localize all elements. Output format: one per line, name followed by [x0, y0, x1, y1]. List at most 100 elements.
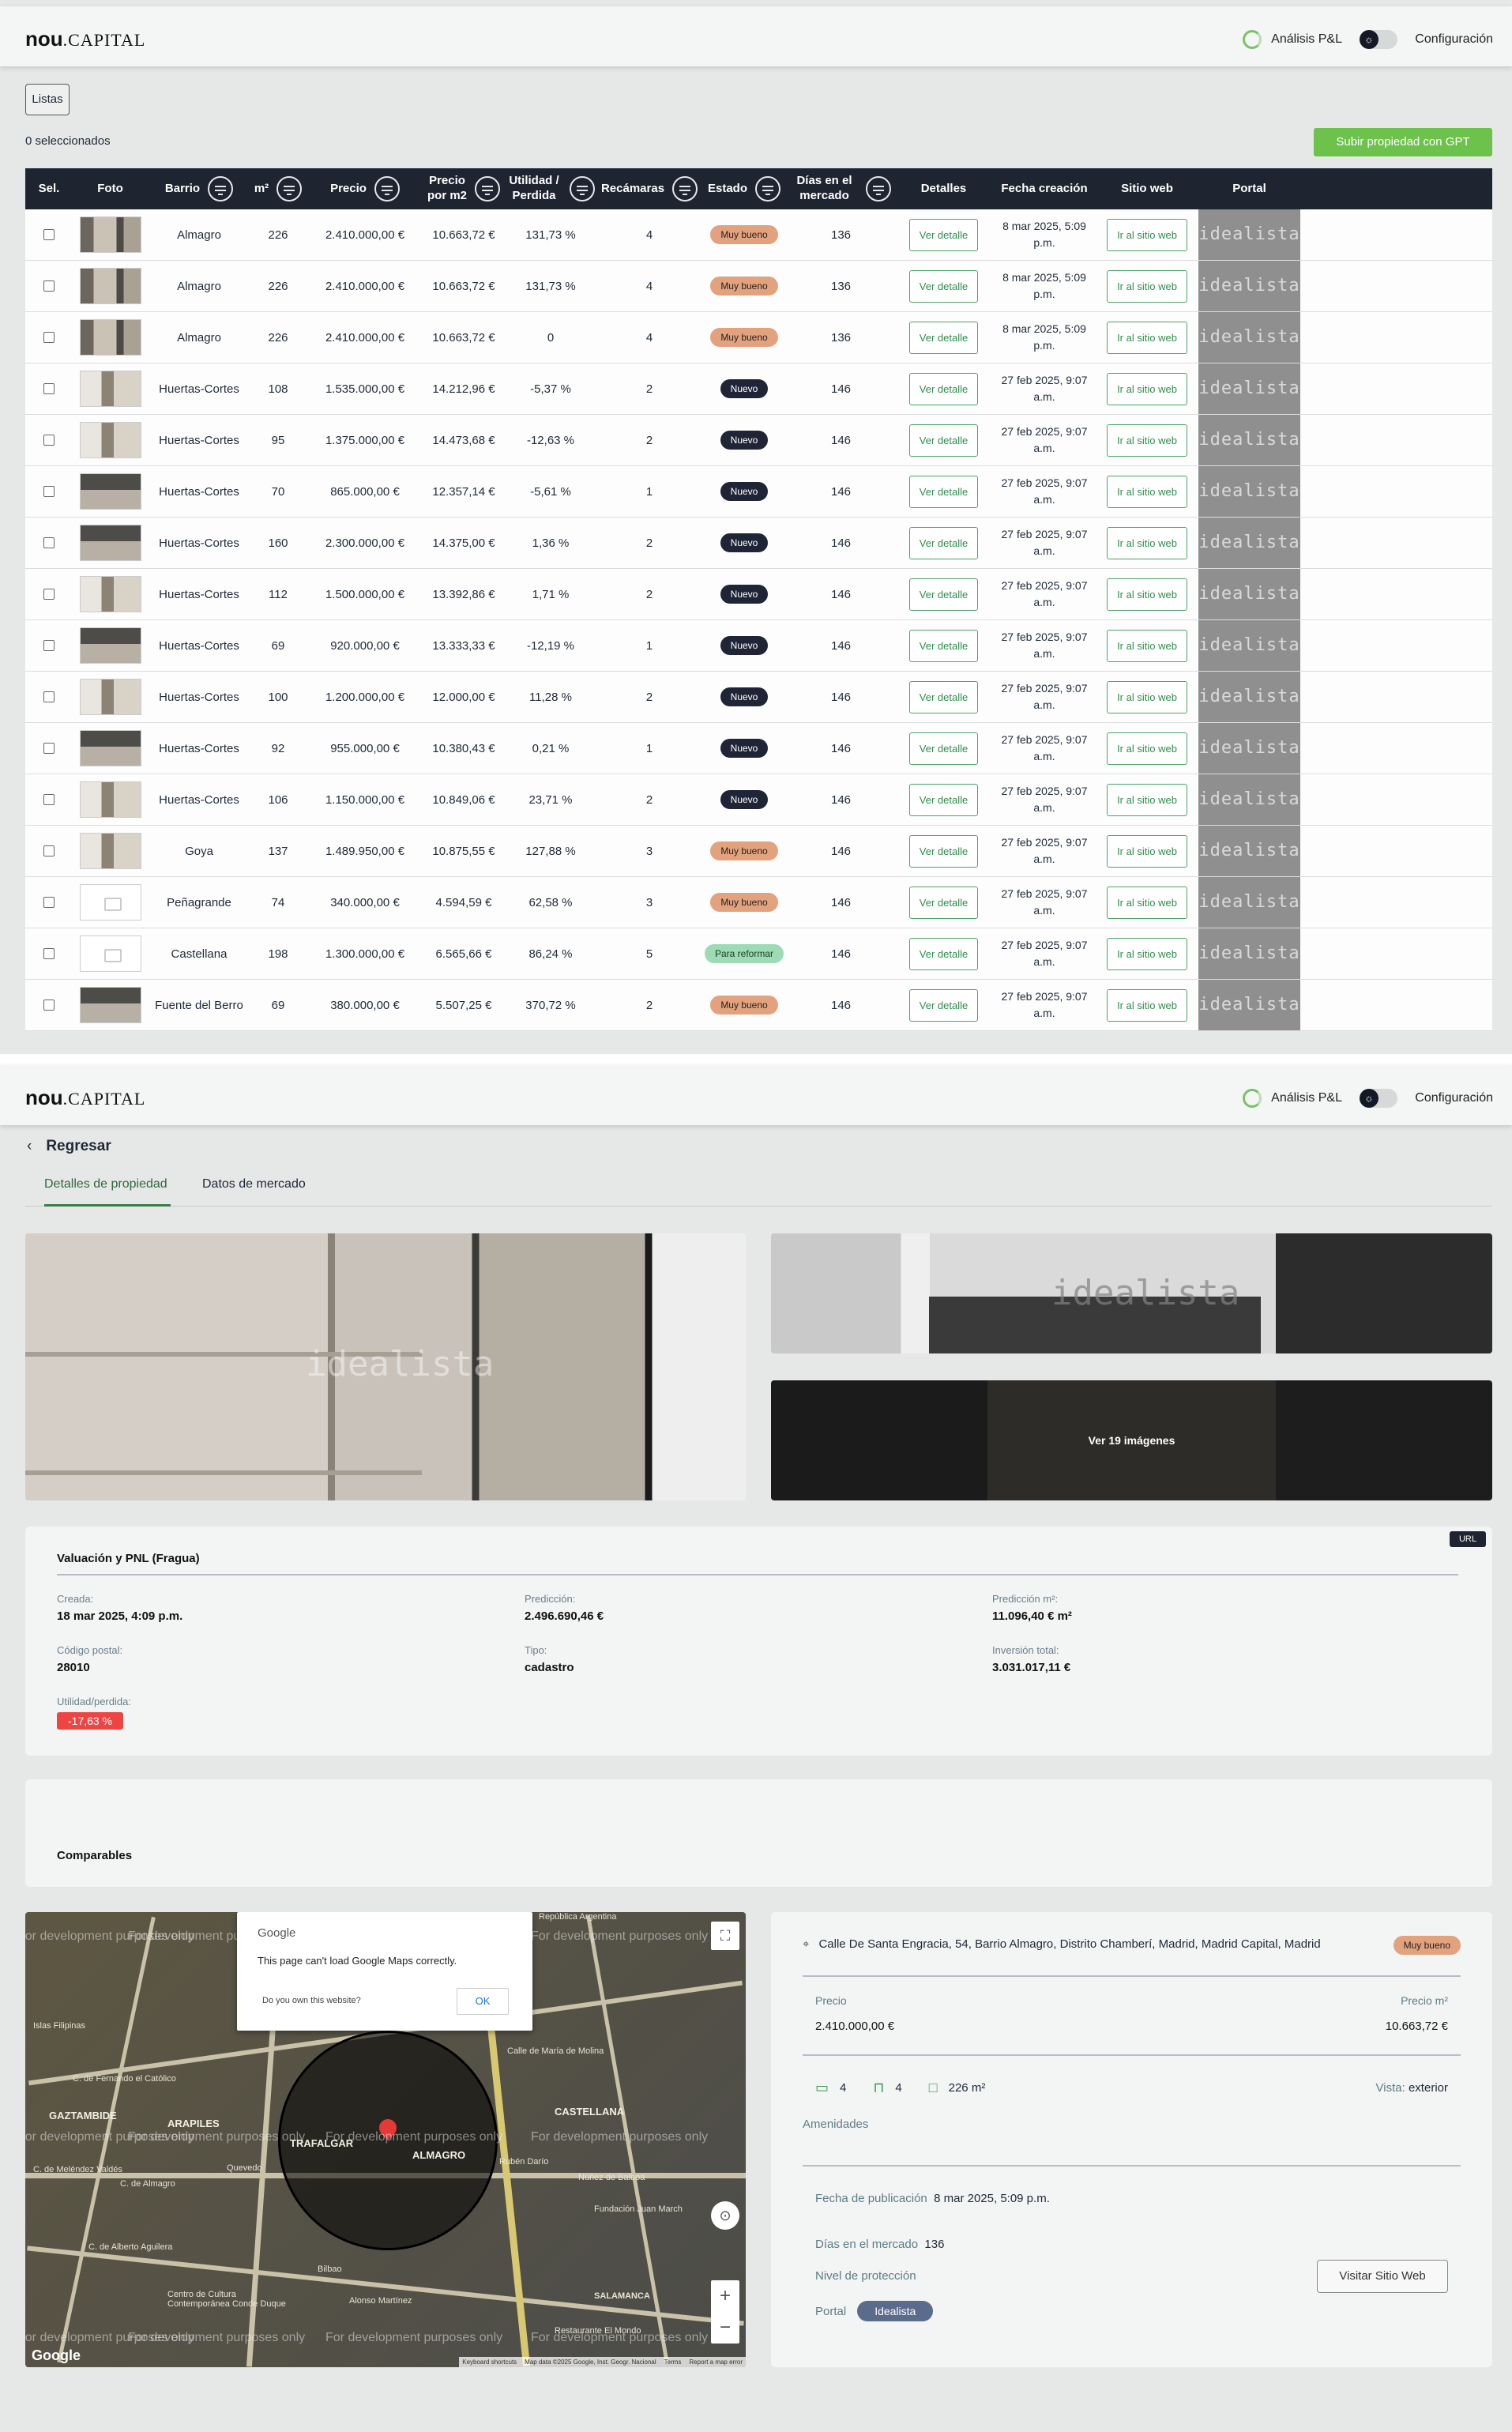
row-checkbox[interactable]: [43, 897, 55, 908]
logo[interactable]: nou.CAPITAL: [25, 27, 145, 51]
view-detail-button[interactable]: Ver detalle: [908, 680, 979, 713]
go-website-button[interactable]: Ir al sitio web: [1107, 886, 1187, 919]
filter-icon[interactable]: [475, 176, 500, 201]
go-website-button[interactable]: Ir al sitio web: [1107, 578, 1187, 611]
go-website-button[interactable]: Ir al sitio web: [1107, 680, 1187, 713]
go-website-button[interactable]: Ir al sitio web: [1107, 372, 1187, 405]
filter-icon[interactable]: [208, 176, 234, 201]
row-checkbox[interactable]: [43, 486, 55, 497]
column-header[interactable]: Sel.: [25, 168, 73, 209]
row-checkbox[interactable]: [43, 1000, 55, 1011]
theme-toggle[interactable]: ☼: [1360, 30, 1397, 49]
map[interactable]: For development purposes only For develo…: [25, 1912, 746, 2367]
table-row[interactable]: Huertas-Cortes 69 920.000,00 € 13.333,33 € -…: [25, 620, 1492, 672]
go-website-button[interactable]: Ir al sitio web: [1107, 424, 1187, 457]
property-thumbnail[interactable]: [79, 730, 141, 766]
view-detail-button[interactable]: Ver detalle: [908, 372, 979, 405]
column-header[interactable]: Foto: [73, 168, 148, 209]
table-row[interactable]: Almagro 226 2.410.000,00 € 10.663,72 € 131,7…: [25, 261, 1492, 312]
more-images-tile[interactable]: Ver 19 imágenes: [771, 1380, 1492, 1500]
filter-icon[interactable]: [276, 176, 303, 201]
row-checkbox[interactable]: [43, 948, 55, 959]
filter-icon[interactable]: [755, 176, 780, 201]
go-website-button[interactable]: Ir al sitio web: [1107, 475, 1187, 508]
property-thumbnail[interactable]: [79, 781, 141, 818]
back-link[interactable]: ‹ Regresar: [27, 1138, 111, 1155]
property-thumbnail[interactable]: [79, 422, 141, 458]
go-website-button[interactable]: Ir al sitio web: [1107, 937, 1187, 970]
property-thumbnail[interactable]: [79, 936, 141, 972]
table-row[interactable]: Peñagrande 74 340.000,00 € 4.594,59 € 62,58 …: [25, 877, 1492, 928]
filter-icon[interactable]: [570, 176, 595, 201]
column-header[interactable]: Sitio web: [1096, 168, 1198, 209]
go-website-button[interactable]: Ir al sitio web: [1107, 269, 1187, 303]
fullscreen-icon[interactable]: ⛶: [711, 1922, 739, 1950]
view-detail-button[interactable]: Ver detalle: [908, 988, 979, 1022]
table-row[interactable]: Huertas-Cortes 100 1.200.000,00 € 12.000,00…: [25, 672, 1492, 723]
go-website-button[interactable]: Ir al sitio web: [1107, 321, 1187, 354]
logo[interactable]: nou.CAPITAL: [25, 1086, 145, 1110]
config-link[interactable]: Configuración: [1415, 32, 1493, 47]
zoom-out-icon[interactable]: −: [711, 2312, 739, 2344]
column-header[interactable]: Estado: [701, 168, 788, 209]
column-header[interactable]: m²: [250, 168, 306, 209]
view-detail-button[interactable]: Ver detalle: [908, 886, 979, 919]
go-website-button[interactable]: Ir al sitio web: [1107, 783, 1187, 816]
property-thumbnail[interactable]: [79, 319, 141, 356]
table-row[interactable]: Huertas-Cortes 108 1.535.000,00 € 14.212,96…: [25, 363, 1492, 415]
config-link[interactable]: Configuración: [1415, 1091, 1493, 1105]
table-row[interactable]: Huertas-Cortes 112 1.500.000,00 € 13.392,86…: [25, 569, 1492, 620]
column-header[interactable]: Precio por m2: [424, 168, 503, 209]
filter-icon[interactable]: [374, 176, 400, 201]
row-checkbox[interactable]: [43, 383, 55, 394]
column-header[interactable]: Barrio: [148, 168, 250, 209]
table-row[interactable]: Fuente del Berro 69 380.000,00 € 5.507,25 €…: [25, 980, 1492, 1031]
view-detail-button[interactable]: Ver detalle: [908, 475, 979, 508]
property-thumbnail[interactable]: [79, 216, 141, 253]
property-thumbnail[interactable]: [79, 576, 141, 612]
row-checkbox[interactable]: [43, 845, 55, 856]
property-thumbnail[interactable]: [79, 884, 141, 920]
property-thumbnail[interactable]: [79, 679, 141, 715]
zoom-in-icon[interactable]: +: [711, 2280, 739, 2312]
filter-icon[interactable]: [672, 176, 698, 201]
row-checkbox[interactable]: [43, 691, 55, 702]
tab-market-data[interactable]: Datos de mercado: [202, 1177, 306, 1192]
go-website-button[interactable]: Ir al sitio web: [1107, 629, 1187, 662]
row-checkbox[interactable]: [43, 589, 55, 600]
view-detail-button[interactable]: Ver detalle: [908, 424, 979, 457]
row-checkbox[interactable]: [43, 794, 55, 805]
column-header[interactable]: Detalles: [894, 168, 993, 209]
property-thumbnail[interactable]: [79, 371, 141, 407]
go-website-button[interactable]: Ir al sitio web: [1107, 218, 1187, 251]
column-header[interactable]: Días en el mercado: [788, 168, 894, 209]
tab-property-details[interactable]: Detalles de propiedad: [44, 1177, 167, 1192]
view-detail-button[interactable]: Ver detalle: [908, 526, 979, 559]
upload-gpt-button[interactable]: Subir propiedad con GPT: [1314, 128, 1492, 156]
property-thumbnail[interactable]: [79, 833, 141, 869]
location-icon[interactable]: ⊙: [711, 2201, 739, 2230]
property-thumbnail[interactable]: [79, 627, 141, 664]
go-website-button[interactable]: Ir al sitio web: [1107, 834, 1187, 868]
column-header[interactable]: Fecha creación: [993, 168, 1096, 209]
go-website-button[interactable]: Ir al sitio web: [1107, 526, 1187, 559]
table-row[interactable]: Goya 137 1.489.950,00 € 10.875,55 € 127,88 %…: [25, 826, 1492, 877]
column-header[interactable]: Utilidad / Perdida: [503, 168, 598, 209]
url-badge[interactable]: URL: [1449, 1531, 1486, 1547]
view-detail-button[interactable]: Ver detalle: [908, 218, 979, 251]
lists-button[interactable]: Listas: [25, 84, 70, 115]
view-detail-button[interactable]: Ver detalle: [908, 937, 979, 970]
maps-ok-button[interactable]: OK: [457, 1988, 509, 2015]
row-checkbox[interactable]: [43, 640, 55, 651]
table-row[interactable]: Castellana 198 1.300.000,00 € 6.565,66 € 86,…: [25, 928, 1492, 980]
visit-website-button[interactable]: Visitar Sitio Web: [1317, 2260, 1448, 2293]
main-photo[interactable]: idealista: [25, 1233, 746, 1500]
row-checkbox[interactable]: [43, 743, 55, 754]
property-thumbnail[interactable]: [79, 525, 141, 561]
photo-2[interactable]: idealista: [771, 1233, 1492, 1353]
filter-icon[interactable]: [866, 176, 891, 201]
row-checkbox[interactable]: [43, 537, 55, 548]
table-row[interactable]: Huertas-Cortes 92 955.000,00 € 10.380,43 € 0…: [25, 723, 1492, 774]
column-header[interactable]: Recámaras: [598, 168, 701, 209]
table-row[interactable]: Huertas-Cortes 95 1.375.000,00 € 14.473,68 …: [25, 415, 1492, 466]
